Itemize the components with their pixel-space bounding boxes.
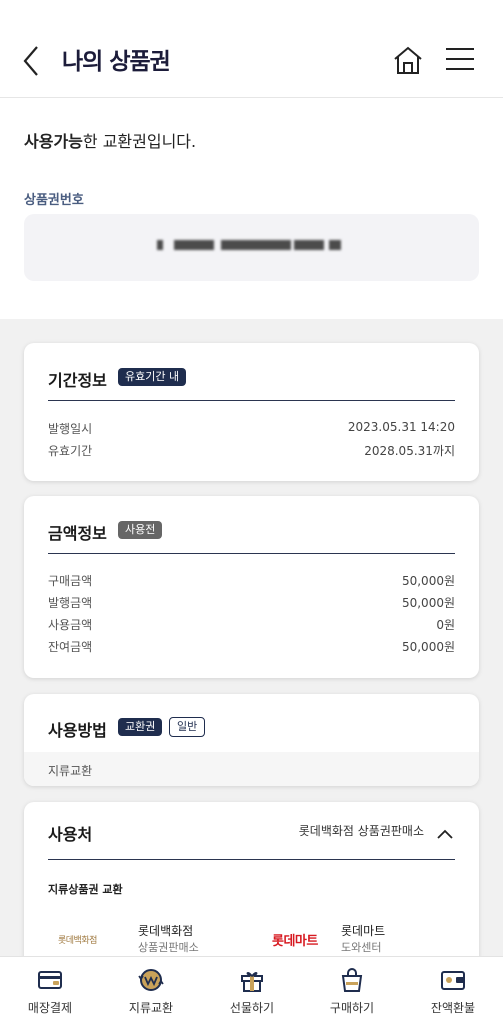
- stores-summary: 롯데백화점 상품권판매소: [298, 824, 424, 838]
- voucher-summary: 사용가능한 교환권입니다. 상품권번호: [0, 98, 503, 319]
- usage-method-card: 사용방법 교환권 일반 지류교환: [24, 694, 479, 786]
- chevron-up-icon[interactable]: [437, 829, 453, 839]
- usage-status-text: 사용가능한 교환권입니다.: [24, 132, 197, 151]
- period-info-title: 기간정보: [48, 371, 107, 390]
- store-name: 롯데백화점: [138, 924, 194, 938]
- hamburger-menu-icon[interactable]: [446, 46, 474, 72]
- app-header: 나의 상품권: [0, 0, 503, 98]
- used-amount-row: 사용금액 0원: [48, 618, 455, 632]
- remaining-amount-row: 잔여금액 50,000원: [48, 640, 455, 654]
- usage-method-detail: 지류교환: [24, 752, 479, 786]
- validity-badge: 유효기간 내: [118, 368, 187, 386]
- exchange-coin-icon: [138, 969, 164, 991]
- store-sub: 도와센터: [341, 941, 382, 954]
- nav-gift[interactable]: 선물하기: [202, 957, 302, 1024]
- amount-info-card: 금액정보 사용전 구매금액 50,000원 발행금액 50,000원 사용금액 0원 …: [24, 496, 479, 678]
- nav-purchase[interactable]: 구매하기: [302, 957, 402, 1024]
- nav-store-payment[interactable]: 매장결제: [0, 957, 100, 1024]
- home-icon[interactable]: [392, 44, 424, 76]
- bottom-navigation: 매장결제 지류교환 선물하기 구매하기 잔액환불: [0, 956, 503, 1024]
- nav-balance-refund[interactable]: 잔액환불: [403, 957, 503, 1024]
- stores-title: 사용처: [48, 825, 93, 844]
- general-badge: 일반: [169, 717, 206, 737]
- amount-info-title: 금액정보: [48, 524, 107, 543]
- issued-amount-row: 발행금액 50,000원: [48, 596, 455, 610]
- divider: [48, 400, 455, 401]
- lotte-department-logo: 롯데백화점: [58, 936, 97, 946]
- store-sub: 상품권판매소: [138, 941, 199, 954]
- lotte-mart-logo: 롯데마트: [272, 934, 318, 949]
- store-name: 롯데마트: [341, 924, 386, 938]
- purchase-amount-row: 구매금액 50,000원: [48, 574, 455, 588]
- issue-date-row: 발행일시 2023.05.31 14:20: [48, 420, 455, 436]
- voucher-number-box: [24, 214, 479, 281]
- wallet-refund-icon: [441, 971, 465, 990]
- nav-paper-exchange[interactable]: 지류교환: [101, 957, 201, 1024]
- card-payment-icon: [38, 971, 62, 989]
- stores-subhead: 지류상품권 교환: [48, 883, 123, 896]
- page-title: 나의 상품권: [62, 49, 171, 75]
- gift-icon: [241, 972, 263, 992]
- voucher-number-label: 상품권번호: [24, 193, 84, 208]
- divider: [48, 859, 455, 860]
- divider: [48, 553, 455, 554]
- stores-card: 사용처 롯데백화점 상품권판매소 지류상품권 교환 롯데백화점 롯데백화점 상품…: [24, 802, 479, 972]
- back-chevron-icon[interactable]: [20, 44, 44, 78]
- period-info-card: 기간정보 유효기간 내 발행일시 2023.05.31 14:20 유효기간 202…: [24, 343, 479, 481]
- exchange-badge: 교환권: [118, 718, 163, 736]
- usage-state-badge: 사용전: [118, 521, 163, 539]
- usage-method-title: 사용방법: [48, 721, 107, 740]
- shopping-bag-icon: [341, 968, 363, 992]
- expiry-date-row: 유효기간 2028.05.31까지: [48, 444, 455, 458]
